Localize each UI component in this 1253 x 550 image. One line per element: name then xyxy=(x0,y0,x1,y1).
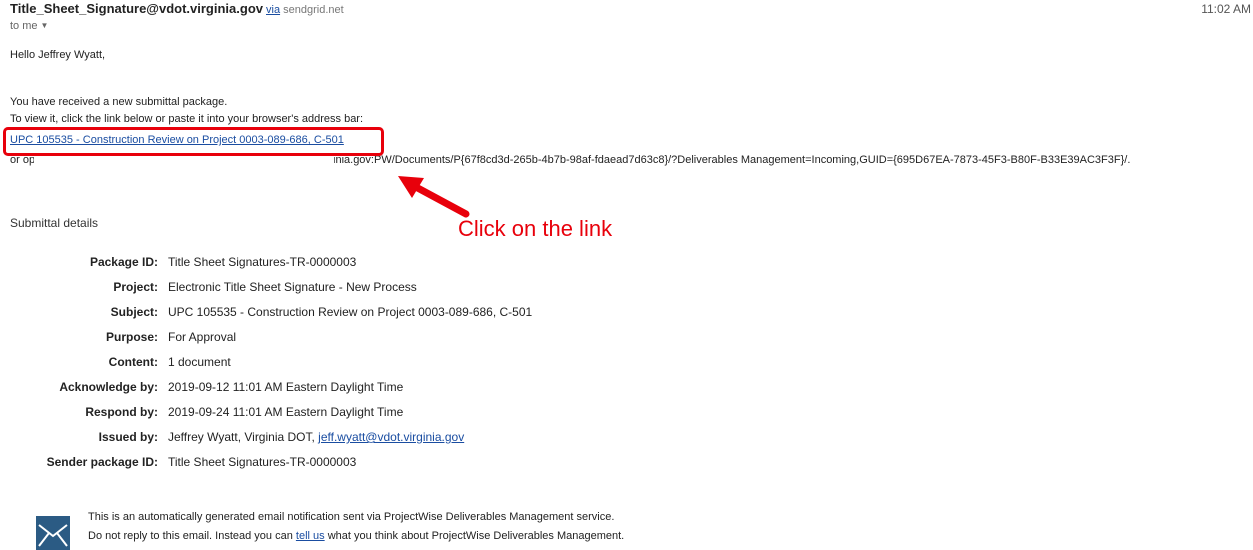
via-domain: sendgrid.net xyxy=(283,4,344,16)
recipient-toggle[interactable]: to me ▼ xyxy=(10,20,48,32)
detail-value: Jeffrey Wyatt, Virginia DOT, jeff.wyatt@… xyxy=(168,430,465,444)
received-message: You have received a new submittal packag… xyxy=(10,96,228,108)
highlight-box xyxy=(3,127,384,156)
detail-value: UPC 105535 - Construction Review on Proj… xyxy=(168,305,533,319)
footer-line-2: Do not reply to this email. Instead you … xyxy=(88,530,625,542)
callout-text: Click on the link xyxy=(458,216,613,241)
detail-label: Respond by: xyxy=(85,405,158,419)
detail-value: For Approval xyxy=(168,330,237,344)
section-title: Submittal details xyxy=(10,216,99,230)
caret-down-icon[interactable]: ▼ xyxy=(41,21,49,30)
detail-value: Title Sheet Signatures-TR-0000003 xyxy=(168,255,357,269)
detail-row-package-id: Package ID: Title Sheet Signatures-TR-00… xyxy=(0,255,700,275)
sender-line: Title_Sheet_Signature@vdot.virginia.gov v… xyxy=(10,1,344,16)
detail-row-content: Content: 1 document xyxy=(0,355,700,375)
via-link[interactable]: via xyxy=(266,4,280,16)
detail-label: Purpose: xyxy=(105,330,158,344)
detail-value: 1 document xyxy=(168,355,231,369)
detail-value: Electronic Title Sheet Signature - New P… xyxy=(168,280,417,294)
detail-value: 2019-09-12 11:01 AM Eastern Daylight Tim… xyxy=(168,380,404,394)
issuer-email-link[interactable]: jeff.wyatt@vdot.virginia.gov xyxy=(318,430,464,444)
detail-label: Acknowledge by: xyxy=(59,380,158,394)
detail-label: Package ID: xyxy=(89,255,158,269)
detail-label: Issued by: xyxy=(98,430,158,444)
detail-row-purpose: Purpose: For Approval xyxy=(0,330,700,350)
detail-row-respond-by: Respond by: 2019-09-24 11:01 AM Eastern … xyxy=(0,405,700,425)
detail-row-sender-package-id: Sender package ID: Title Sheet Signature… xyxy=(0,455,700,475)
red-arrow-icon xyxy=(398,176,470,218)
detail-row-acknowledge-by: Acknowledge by: 2019-09-12 11:01 AM East… xyxy=(0,380,700,400)
sender-address[interactable]: Title_Sheet_Signature@vdot.virginia.gov xyxy=(10,1,263,16)
detail-row-project: Project: Electronic Title Sheet Signatur… xyxy=(0,280,700,300)
detail-label: Subject: xyxy=(110,305,158,319)
detail-label: Sender package ID: xyxy=(46,455,158,469)
view-instructions: To view it, click the link below or past… xyxy=(10,113,364,125)
detail-label: Project: xyxy=(113,280,158,294)
footer-line-1: This is an automatically generated email… xyxy=(88,511,615,523)
tell-us-link[interactable]: tell us xyxy=(296,530,325,542)
detail-value: Title Sheet Signatures-TR-0000003 xyxy=(168,455,357,469)
via-info: via sendgrid.net xyxy=(266,4,344,16)
to-me-label: to me xyxy=(10,20,38,32)
detail-label: Content: xyxy=(108,355,158,369)
received-time: 11:02 AM xyxy=(1201,2,1251,16)
detail-row-subject: Subject: UPC 105535 - Construction Revie… xyxy=(0,305,700,325)
detail-value: 2019-09-24 11:01 AM Eastern Daylight Tim… xyxy=(168,405,404,419)
greeting: Hello Jeffrey Wyatt, xyxy=(10,49,106,61)
detail-row-issued-by: Issued by: Jeffrey Wyatt, Virginia DOT, … xyxy=(0,430,700,450)
envelope-logo-icon xyxy=(36,516,70,550)
